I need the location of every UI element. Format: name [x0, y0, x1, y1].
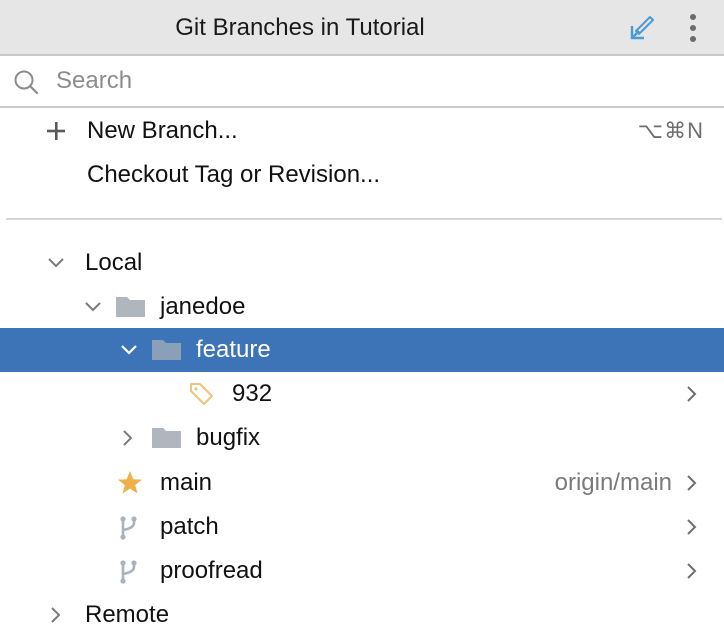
chevron-right-icon[interactable] [682, 517, 702, 537]
tree-label: patch [160, 513, 219, 540]
chevron-right-icon[interactable] [682, 384, 702, 404]
folder-icon [152, 426, 182, 450]
popup-title: Git Branches in Tutorial [175, 14, 425, 41]
tree-label: main [160, 469, 213, 496]
chevron-down-icon[interactable] [83, 297, 103, 317]
chevron-right-icon[interactable] [46, 605, 66, 625]
tree-group-local[interactable]: Local [0, 241, 724, 285]
chevron-down-icon[interactable] [46, 253, 66, 273]
checkout-tag-action[interactable]: Checkout Tag or Revision... [0, 153, 724, 197]
tree-label: Local [85, 249, 143, 276]
chevron-right-icon[interactable] [682, 561, 702, 581]
tree-branch-main[interactable]: main origin/main [0, 461, 724, 505]
more-vertical-icon[interactable] [682, 12, 704, 44]
branch-icon [118, 559, 148, 584]
checkout-tag-label: Checkout Tag or Revision... [87, 161, 381, 188]
chevron-down-icon[interactable] [119, 340, 139, 360]
search-input[interactable] [56, 62, 696, 100]
popup-header: Git Branches in Tutorial [0, 0, 724, 56]
tree-folder-bugfix[interactable]: bugfix [0, 416, 724, 460]
star-icon [116, 471, 146, 495]
folder-icon [116, 295, 146, 319]
chevron-right-icon[interactable] [118, 428, 138, 448]
tag-icon [188, 382, 218, 406]
branch-icon [118, 515, 148, 540]
tree-label: feature [196, 336, 271, 363]
tree-group-remote[interactable]: Remote [0, 593, 724, 637]
tree-label: bugfix [196, 424, 261, 451]
plus-icon [45, 120, 67, 142]
search-bar [0, 56, 724, 108]
tree-label: proofread [160, 557, 263, 584]
divider [6, 218, 722, 220]
tree-branch-proofread[interactable]: proofread [0, 549, 724, 593]
folder-icon [152, 338, 182, 362]
pin-arrow-icon[interactable] [628, 14, 656, 42]
new-branch-action[interactable]: New Branch... ⌥⌘N [0, 109, 724, 153]
tree-folder-janedoe[interactable]: janedoe [0, 285, 724, 329]
tree-label: Remote [85, 601, 170, 628]
tree-branch-patch[interactable]: patch [0, 505, 724, 549]
tree-label: 932 [232, 380, 273, 407]
tree-label: janedoe [160, 293, 246, 320]
chevron-right-icon[interactable] [682, 473, 702, 493]
new-branch-label: New Branch... [87, 117, 238, 144]
new-branch-shortcut: ⌥⌘N [637, 118, 704, 143]
search-icon [12, 68, 40, 96]
tree-folder-feature[interactable]: feature [0, 328, 724, 372]
upstream-label: origin/main [554, 469, 672, 496]
tree-branch-932[interactable]: 932 [0, 372, 724, 416]
